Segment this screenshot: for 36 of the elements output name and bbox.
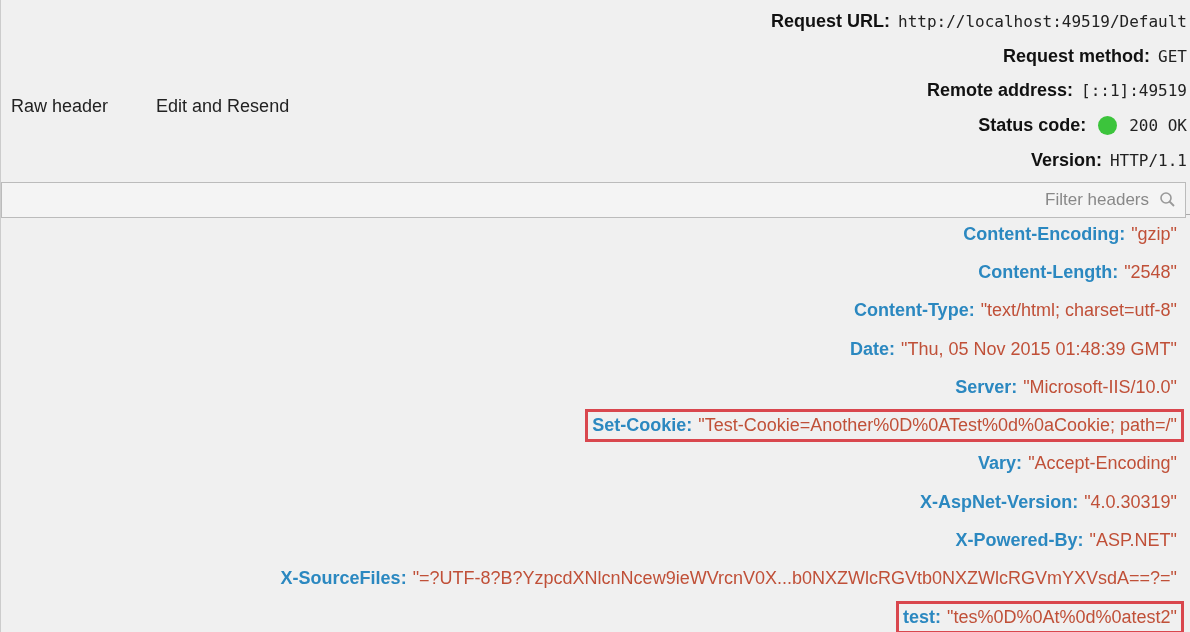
field-label: Version: (1030, 150, 1102, 172)
header-value: "Test-Cookie=Another%0D%0ATest%0d%0aCookie; path=/" (698, 415, 1177, 437)
header-value: "Accept-Encoding" (1028, 453, 1177, 475)
filter-field[interactable]: Filter headers (1, 182, 1186, 218)
header-value: "4.0.30319" (1084, 491, 1177, 513)
header-name: Date: (850, 338, 896, 360)
header-name: Server: (955, 376, 1018, 398)
header-name: Vary: (978, 453, 1023, 475)
header-name: test: (903, 606, 942, 628)
header-name: Content-Type: (854, 300, 975, 322)
header-value: "Thu, 05 Nov 2015 01:48:39 GMT" (901, 338, 1177, 360)
toolbar-button[interactable]: Edit and Resend (156, 96, 290, 117)
field-label: Status code: (978, 115, 1087, 137)
field-value: [::1]:49519 (1081, 81, 1187, 101)
header-value: "Microsoft-IIS/10.0" (1023, 376, 1177, 398)
search-icon (1158, 191, 1176, 209)
field-value: HTTP/1.1 (1109, 151, 1187, 171)
header-name: X-Powered-By: (955, 530, 1084, 551)
field-value: GET (1158, 46, 1187, 66)
field-value: 200 OK (1129, 116, 1187, 136)
header-value: "2548" (1124, 261, 1177, 283)
header-value: "text/html; charset=utf-8" (980, 300, 1177, 322)
field-label: Request URL: (771, 10, 890, 32)
header-value: "=?UTF-8?B?YzpcdXNlcnNcew9ieWVrcnV0X...b0NXZWlcRGVtb0NXZWlcRGVmYXVsdA==?=" (412, 568, 1177, 590)
header-value: "gzip" (1131, 223, 1177, 245)
field-label: Request method: (1003, 45, 1151, 67)
header-name: X-SourceFiles: (280, 568, 407, 590)
field-value: http://localhost:49519/Default (898, 11, 1187, 31)
header-name: Set-Cookie: (592, 415, 693, 437)
header-value: "tes%0D%0At%0d%0atest2" (947, 606, 1177, 628)
header-name: Content-Length: (978, 261, 1119, 283)
header-value: "ASP.NET" (1089, 530, 1177, 551)
header-name: X-AspNet-Version: (920, 491, 1079, 513)
toolbar-button[interactable]: Raw header (11, 96, 109, 117)
field-label: Remote address: (926, 80, 1074, 102)
header-name: Content-Encoding: (963, 223, 1126, 245)
